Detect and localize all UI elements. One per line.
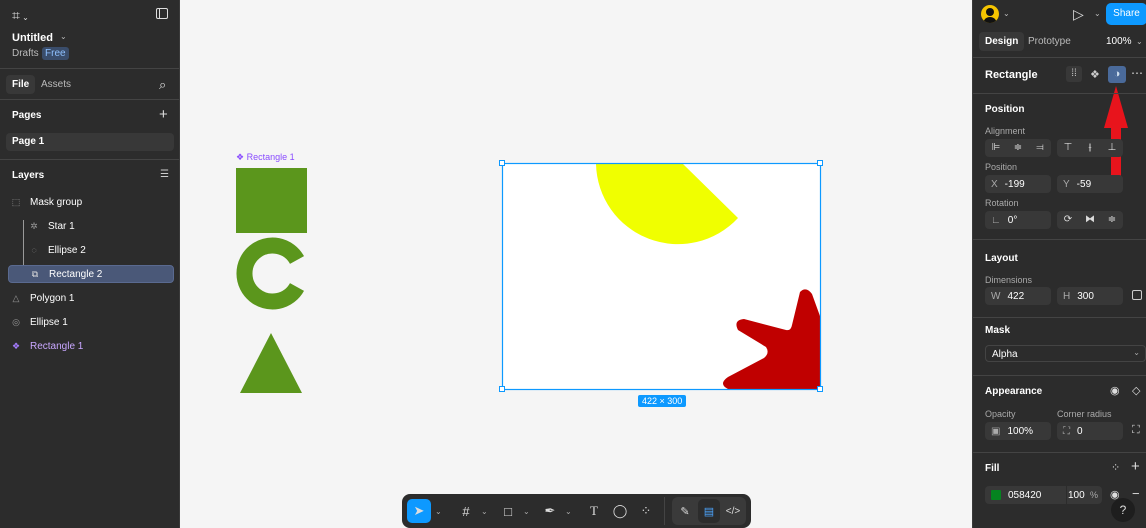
fill-swatch[interactable] <box>991 490 1001 500</box>
vertical-alignment: ⊤ ⫲ ⊥ <box>1057 139 1123 157</box>
green-ring[interactable] <box>236 237 304 310</box>
flip-horizontal-icon[interactable]: ⧓ <box>1079 211 1101 229</box>
angle-icon: ∟ <box>991 214 1001 226</box>
rotate-90-icon[interactable]: ⟳ <box>1057 211 1079 229</box>
text-tool-icon[interactable]: T <box>583 499 605 523</box>
align-left-icon[interactable]: ⊫ <box>985 139 1007 157</box>
resize-handle[interactable] <box>499 386 505 392</box>
use-as-mask-icon[interactable]: ◑ <box>1108 66 1126 83</box>
chevron-down-icon: ⌄ <box>1133 348 1140 357</box>
appearance-heading: Appearance <box>985 386 1043 397</box>
chevron-down-icon[interactable]: ⌄ <box>523 507 531 516</box>
add-fill-icon[interactable]: + <box>1131 458 1140 475</box>
resize-handle[interactable] <box>817 160 823 166</box>
tab-design[interactable]: Design <box>979 32 1025 51</box>
zoom-level[interactable]: 100% <box>1106 36 1132 47</box>
y-value: -59 <box>1076 178 1092 190</box>
y-input[interactable]: Y -59 <box>1057 175 1123 193</box>
fill-hex: 058420 <box>1008 489 1042 501</box>
width-value: 422 <box>1007 290 1025 302</box>
width-input[interactable]: W 422 <box>985 287 1051 305</box>
align-center-h-icon[interactable]: ≑ <box>1007 139 1029 157</box>
chevron-down-icon[interactable]: ⌄ <box>1136 37 1143 46</box>
component-icon[interactable]: ❖ <box>1090 68 1100 81</box>
mask-heading: Mask <box>985 325 1011 336</box>
help-button[interactable]: ? <box>1111 498 1135 522</box>
mask-type-value: Alpha <box>992 349 1018 360</box>
rotation-label: Rotation <box>985 198 1019 208</box>
right-panel: ⌄ ▷ ⌄ Share Design Prototype 100% ⌄ Rect… <box>972 0 1146 528</box>
blend-mode-icon[interactable]: ◇ <box>1132 384 1140 397</box>
rotation-value: 0° <box>1007 214 1018 226</box>
rotation-input[interactable]: ∟ 0° <box>985 211 1051 229</box>
mask-type-select[interactable]: Alpha ⌄ <box>985 345 1146 362</box>
fill-opacity[interactable]: 100 <box>1068 490 1085 501</box>
alignment-label: Alignment <box>985 126 1026 136</box>
x-input[interactable]: X -199 <box>985 175 1051 193</box>
avatar[interactable] <box>981 5 999 23</box>
eye-icon[interactable]: ◉ <box>1110 384 1120 397</box>
present-play-icon[interactable]: ▷ <box>1073 6 1084 23</box>
bottom-toolbar: ➤ ⌄ # ⌄ □ ⌄ ✒ ⌄ T ◯ ⁘ ✎ ▤ </> <box>402 494 751 528</box>
more-options-icon[interactable]: ⋯ <box>1131 66 1143 80</box>
height-value: 300 <box>1077 290 1094 302</box>
share-button[interactable]: Share <box>1106 3 1146 25</box>
opacity-label: Opacity <box>985 409 1016 419</box>
actions-tool-icon[interactable]: ⁘ <box>635 499 657 523</box>
styles-icon[interactable]: ⁘ <box>1111 461 1120 474</box>
green-rectangle[interactable] <box>236 168 307 233</box>
corner-radius-label: Corner radius <box>1057 409 1112 419</box>
tab-prototype[interactable]: Prototype <box>1028 36 1071 47</box>
transform-buttons: ⟳ ⧓ ≑ <box>1057 211 1123 229</box>
chevron-down-icon[interactable]: ⌄ <box>481 507 489 516</box>
grid-icon[interactable]: ⁞⁞ <box>1066 66 1082 82</box>
x-value: -199 <box>1004 178 1025 190</box>
resize-handle[interactable] <box>499 160 505 166</box>
opacity-icon: ▣ <box>991 425 1001 437</box>
chevron-down-icon[interactable]: ⌄ <box>1094 9 1101 18</box>
align-middle-icon[interactable]: ⫲ <box>1079 139 1101 157</box>
align-right-icon[interactable]: ⫤ <box>1029 139 1051 157</box>
corner-radius-value: 0 <box>1077 425 1083 437</box>
dev-mode-icon[interactable]: </> <box>722 499 744 523</box>
selection-type: Rectangle <box>985 69 1038 81</box>
fill-heading: Fill <box>985 463 1000 474</box>
canvas-shapes <box>236 160 823 393</box>
position-label: Position <box>985 162 1018 172</box>
chevron-down-icon[interactable]: ⌄ <box>1003 9 1010 18</box>
position-heading: Position <box>985 104 1025 115</box>
size-badge: 422 × 300 <box>638 395 687 407</box>
fill-opacity-unit: % <box>1090 490 1099 500</box>
rectangle-tool-icon[interactable]: □ <box>497 499 519 523</box>
horizontal-alignment: ⊫ ≑ ⫤ <box>985 139 1051 157</box>
remove-fill-icon[interactable]: − <box>1132 486 1140 501</box>
height-input[interactable]: H 300 <box>1057 287 1123 305</box>
design-mode-icon[interactable]: ▤ <box>698 499 720 523</box>
align-top-icon[interactable]: ⊤ <box>1057 139 1079 157</box>
opacity-input[interactable]: ▣ 100% <box>985 422 1051 440</box>
align-bottom-icon[interactable]: ⊥ <box>1101 139 1123 157</box>
resize-handle[interactable] <box>817 386 823 392</box>
opacity-value: 100% <box>1007 425 1034 437</box>
layout-heading: Layout <box>985 253 1018 264</box>
corner-radius-input[interactable]: ⛶ 0 <box>1057 422 1123 440</box>
corner-radius-icon: ⛶ <box>1063 425 1070 437</box>
chevron-down-icon[interactable]: ⌄ <box>435 507 443 516</box>
green-triangle[interactable] <box>240 333 302 393</box>
frame-tool-icon[interactable]: # <box>455 499 477 523</box>
constrain-proportions-icon[interactable] <box>1132 290 1142 300</box>
move-tool-icon[interactable]: ➤ <box>407 499 431 523</box>
draw-mode-icon[interactable]: ✎ <box>674 499 696 523</box>
comment-tool-icon[interactable]: ◯ <box>609 499 631 523</box>
independent-corners-icon[interactable]: ⛶ <box>1132 424 1140 437</box>
pen-tool-icon[interactable]: ✒ <box>539 499 561 523</box>
flip-vertical-icon[interactable]: ≑ <box>1101 211 1123 229</box>
chevron-down-icon[interactable]: ⌄ <box>565 507 573 516</box>
dimensions-label: Dimensions <box>985 275 1033 285</box>
red-arrow-annotation <box>1104 86 1128 178</box>
